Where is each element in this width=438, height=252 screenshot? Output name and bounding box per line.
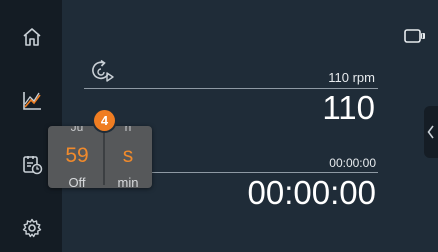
graph-icon xyxy=(23,92,41,110)
timer-divider xyxy=(152,172,378,173)
picker-column-unit[interactable]: h s min xyxy=(106,126,150,188)
speed-value[interactable]: 110 xyxy=(322,90,375,126)
nav-graph-button[interactable] xyxy=(17,86,47,116)
step-number-badge: 4 xyxy=(94,110,115,131)
rotation-icon xyxy=(92,59,114,82)
nav-settings-button[interactable] xyxy=(17,213,47,243)
picker-next-option[interactable]: Off xyxy=(52,175,102,188)
picker-column-value[interactable]: Ju 59 Off xyxy=(52,126,102,188)
battery-icon xyxy=(404,29,425,43)
nav-program-button[interactable] xyxy=(17,149,47,179)
picker-selected-unit[interactable]: s xyxy=(106,144,150,168)
picker-divider xyxy=(103,129,105,185)
time-picker-popup: Ju 59 Off h s min xyxy=(48,126,152,188)
home-icon xyxy=(23,28,41,46)
nav-home-button[interactable] xyxy=(17,22,47,52)
timer-setpoint-label: 00:00:00 xyxy=(329,156,376,170)
picker-selected-value[interactable]: 59 xyxy=(52,144,102,168)
program-timer-icon xyxy=(23,156,43,175)
chevron-left-icon xyxy=(427,125,434,139)
picker-prev-option[interactable]: Ju xyxy=(52,126,102,134)
device-screen: 110 rpm 110 00:00:00 00:00:00 Ju 59 Off … xyxy=(0,0,438,252)
speed-setpoint-label: 110 rpm xyxy=(328,70,375,85)
side-panel-handle[interactable] xyxy=(424,106,438,158)
timer-value[interactable]: 00:00:00 xyxy=(248,175,376,211)
picker-unit-next[interactable]: min xyxy=(106,175,150,188)
gear-icon xyxy=(22,218,42,238)
